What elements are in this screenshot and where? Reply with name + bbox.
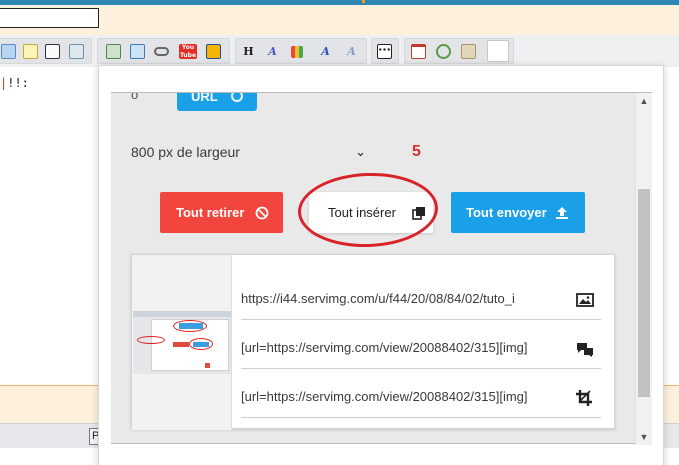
- flash-icon[interactable]: [206, 44, 221, 59]
- size-select[interactable]: 800 px de largeur ⌄: [131, 139, 366, 165]
- toolbar-group-1: [0, 38, 92, 64]
- remove-all-label: Tout retirer: [176, 205, 245, 220]
- crop-icon[interactable]: [575, 389, 595, 407]
- thumb-annotation-3: [137, 336, 165, 344]
- url-button-label: URL: [191, 93, 218, 104]
- document-icon[interactable]: [487, 40, 509, 62]
- color-icon[interactable]: [291, 46, 303, 58]
- toolbar-group-2: You Tube: [97, 38, 230, 64]
- thumbnail-link-text[interactable]: [url=https://servimg.com/view/20088402/3…: [241, 389, 561, 404]
- thumb-red-dot: [205, 363, 210, 368]
- panel-scrollbar[interactable]: ▲ ▼: [635, 93, 652, 445]
- image-thumbnail[interactable]: [133, 311, 231, 374]
- upload-panel-content: o URL 800 px de largeur ⌄ 5 Tout retirer…: [111, 93, 634, 445]
- link-icon[interactable]: [154, 47, 169, 56]
- font-style-icon[interactable]: A: [344, 44, 359, 59]
- uploaded-image-card: https://i44.servimg.com/u/f44/20/08/84/0…: [131, 254, 615, 430]
- font-size-icon[interactable]: A: [265, 44, 280, 59]
- preview-icon[interactable]: [1, 44, 16, 59]
- subject-row: [0, 5, 679, 35]
- partial-label: o: [131, 93, 139, 102]
- send-all-label: Tout envoyer: [466, 205, 547, 220]
- font-icon[interactable]: A: [318, 44, 333, 59]
- link-row-forum: [url=https://servimg.com/view/20088402/3…: [241, 320, 601, 369]
- image-icon[interactable]: [575, 291, 595, 309]
- editor-body-text: !!:: [7, 76, 29, 90]
- remove-all-button[interactable]: Tout retirer: [160, 192, 283, 233]
- toolbar-group-3: H A A A: [235, 38, 367, 64]
- forum-link-text[interactable]: [url=https://servimg.com/view/20088402/3…: [241, 340, 561, 355]
- direct-link-text[interactable]: https://i44.servimg.com/u/f44/20/08/84/0…: [241, 291, 561, 306]
- editor-content: |!!:: [0, 76, 29, 90]
- step-number-annotation: 5: [412, 143, 421, 160]
- note-icon[interactable]: [23, 44, 38, 59]
- edit-icon[interactable]: [45, 44, 60, 59]
- scroll-down-arrow-icon[interactable]: ▼: [636, 429, 652, 445]
- upload-panel: o URL 800 px de largeur ⌄ 5 Tout retirer…: [111, 92, 652, 445]
- globe-icon: [231, 93, 243, 102]
- time-icon[interactable]: [436, 44, 451, 59]
- link-row-thumbnail: [url=https://servimg.com/view/20088402/3…: [241, 369, 601, 418]
- paste-icon[interactable]: [461, 44, 476, 59]
- more-icon[interactable]: ···: [377, 44, 392, 59]
- toolbar-group-5: [404, 38, 514, 64]
- editor-toolbar: You Tube H A A A ···: [0, 35, 679, 67]
- scroll-up-arrow-icon[interactable]: ▲: [636, 93, 652, 109]
- strip-marker: [362, 0, 365, 3]
- thumb-toolbar: [133, 311, 231, 317]
- upload-icon: [556, 207, 568, 219]
- forum-bbcode-icon[interactable]: [575, 340, 595, 358]
- thumb-annotation: [173, 320, 207, 332]
- url-button[interactable]: URL: [177, 93, 257, 111]
- thumb-annotation-2: [189, 338, 213, 350]
- size-select-value: 800 px de largeur: [131, 144, 240, 160]
- scroll-thumb[interactable]: [638, 189, 650, 397]
- chevron-down-icon: ⌄: [355, 144, 366, 159]
- image-upload-popup: o URL 800 px de largeur ⌄ 5 Tout retirer…: [98, 65, 664, 465]
- heading-icon[interactable]: H: [241, 44, 256, 59]
- upload-image-icon[interactable]: [130, 44, 145, 59]
- link-row-direct: https://i44.servimg.com/u/f44/20/08/84/0…: [241, 271, 601, 320]
- calendar-icon[interactable]: [411, 44, 426, 59]
- table-icon[interactable]: [69, 44, 84, 59]
- image-icon[interactable]: [106, 44, 121, 59]
- thumb-red-bar: [173, 342, 189, 347]
- send-all-button[interactable]: Tout envoyer: [451, 192, 585, 233]
- youtube-icon[interactable]: You Tube: [179, 44, 197, 59]
- thumbnail-column: [132, 255, 232, 430]
- forbidden-icon: [255, 206, 269, 220]
- toolbar-group-4: ···: [371, 38, 399, 64]
- subject-input[interactable]: [0, 8, 99, 28]
- annotation-circle: [296, 170, 440, 250]
